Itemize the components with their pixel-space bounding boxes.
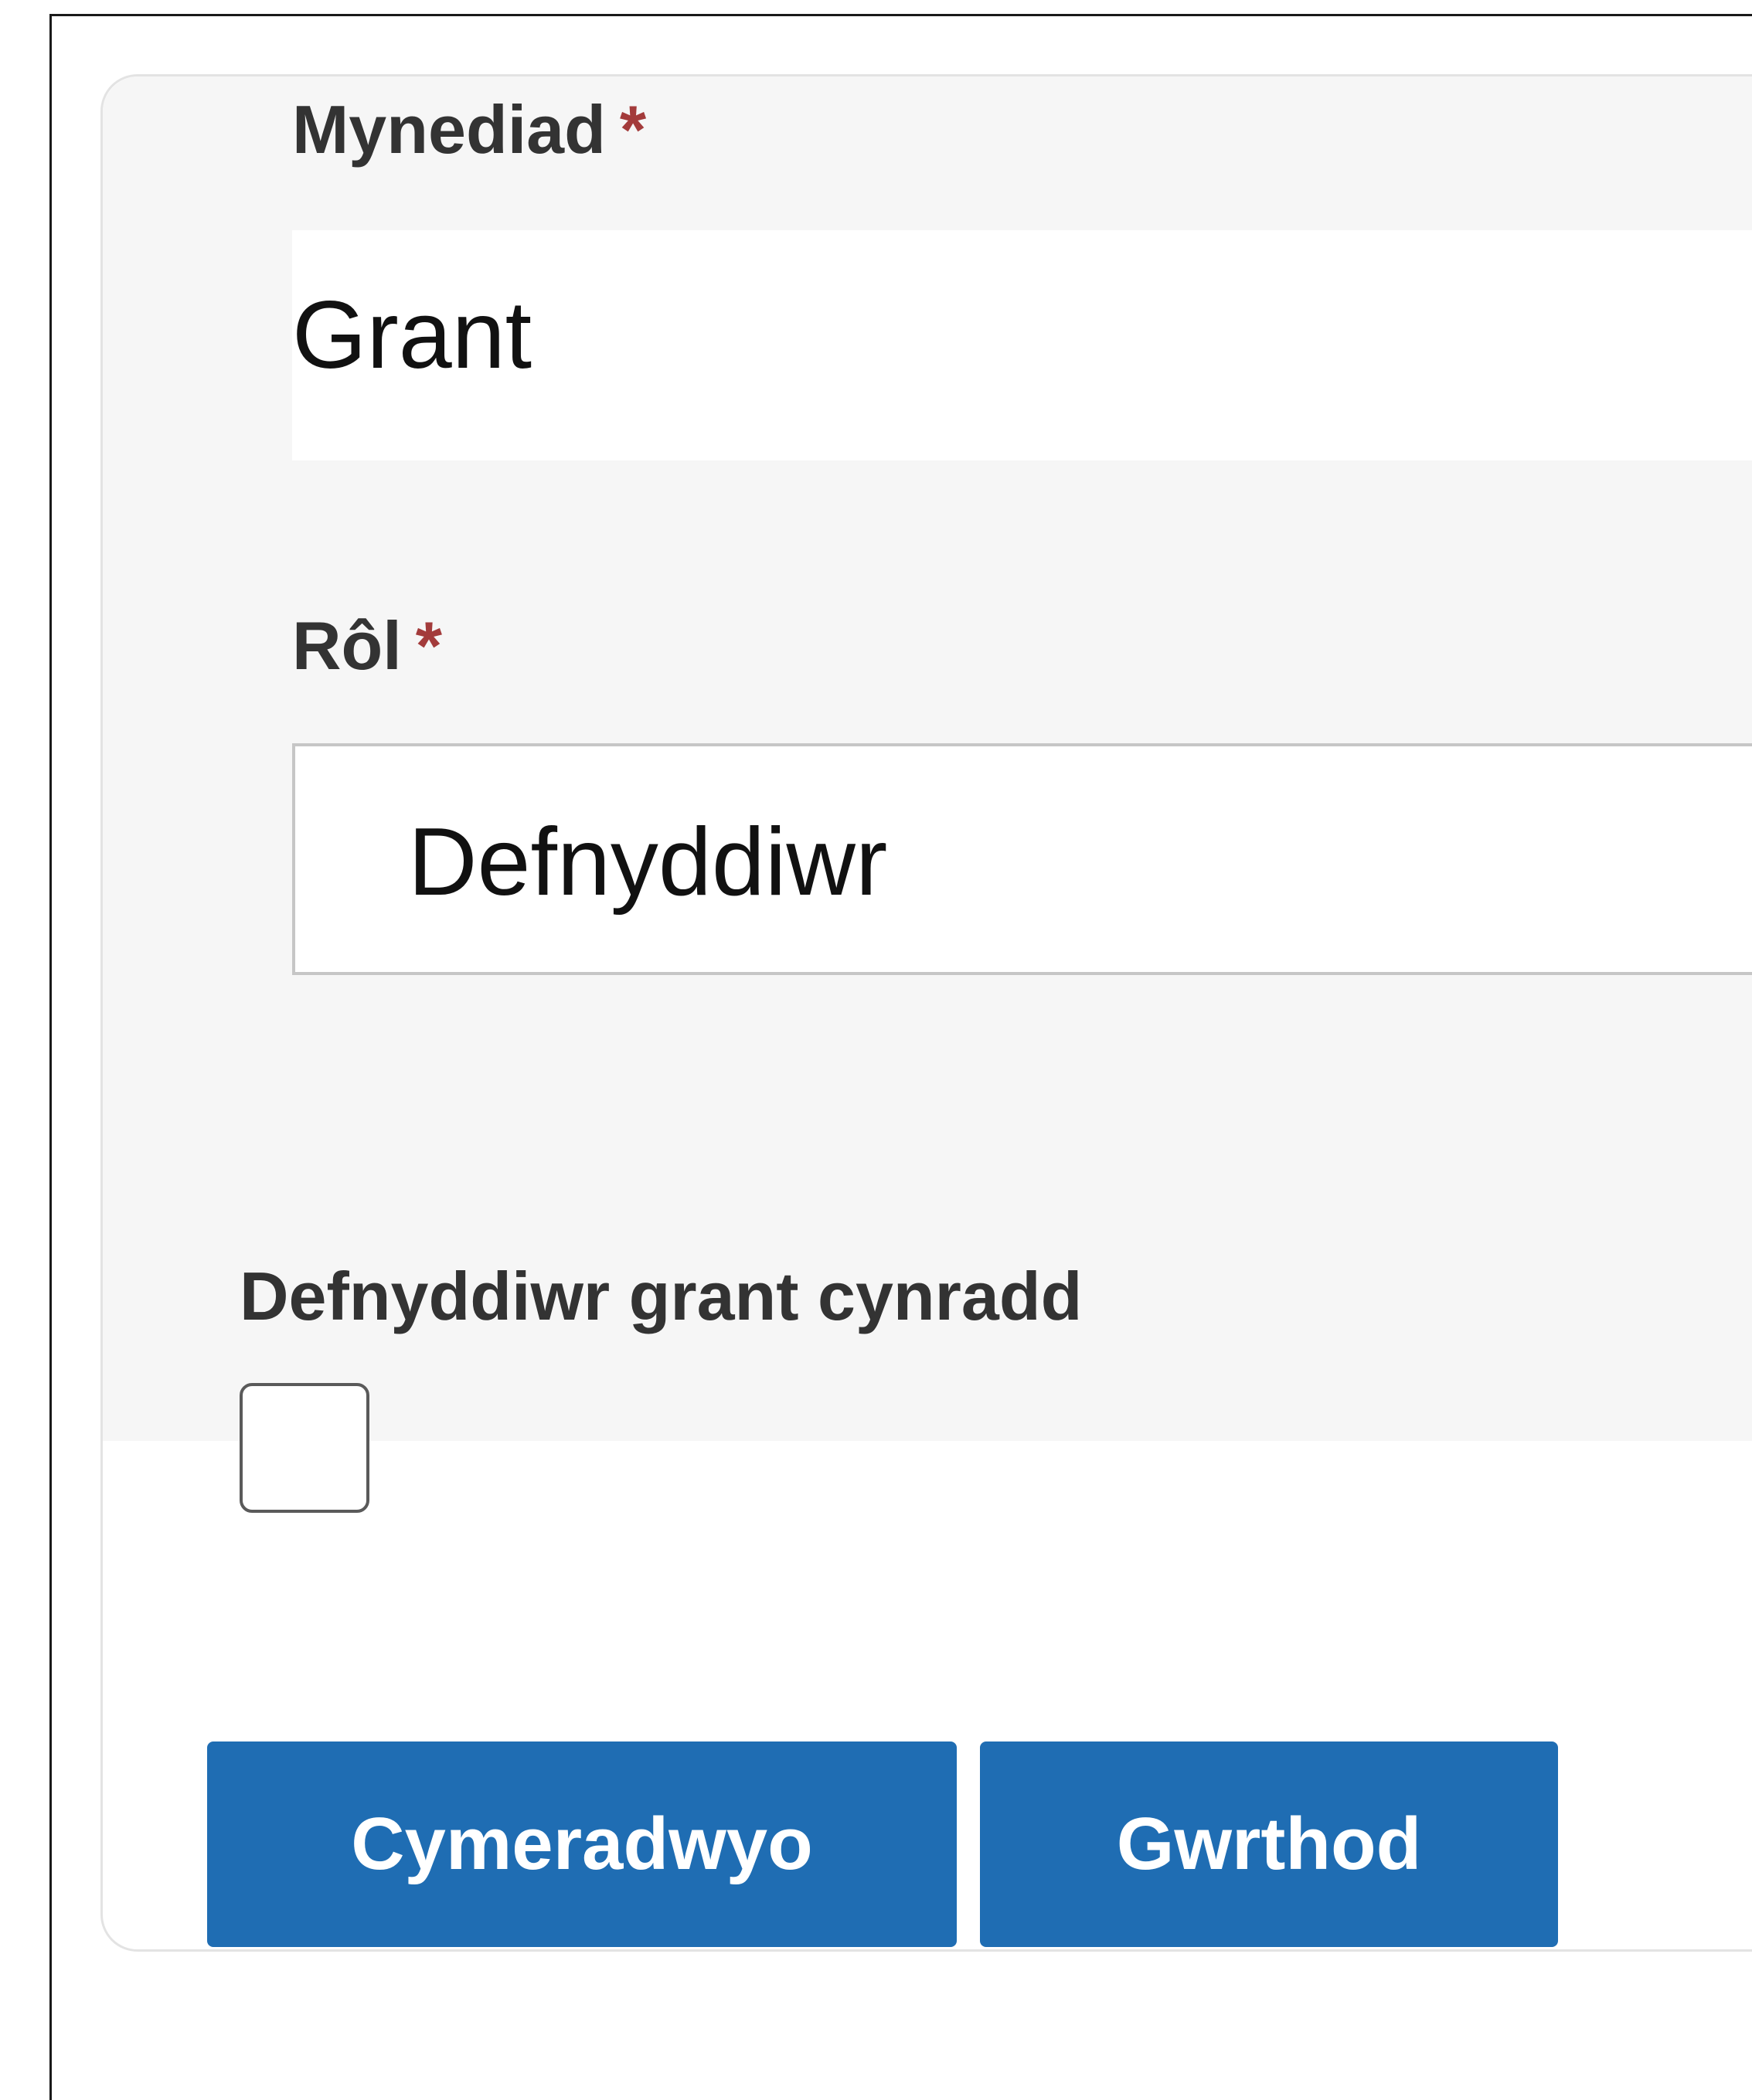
access-label: Mynediad *	[292, 96, 646, 164]
access-value: Grant	[292, 282, 532, 389]
role-label: Rôl *	[292, 612, 442, 680]
reject-button[interactable]: Gwrthod	[980, 1742, 1558, 1947]
access-required-mark: *	[619, 91, 647, 168]
role-required-mark: *	[415, 607, 443, 684]
access-label-text: Mynediad	[292, 91, 606, 168]
primary-grant-user-label: Defnyddiwr grant cynradd	[240, 1258, 1083, 1334]
role-select-value: Defnyddiwr	[408, 809, 888, 916]
primary-grant-user-checkbox[interactable]	[240, 1383, 369, 1513]
access-value-field: Grant	[292, 230, 1752, 460]
approve-button[interactable]: Cymeradwyo	[207, 1742, 957, 1947]
role-select[interactable]: Defnyddiwr	[292, 743, 1752, 975]
role-label-text: Rôl	[292, 607, 402, 684]
